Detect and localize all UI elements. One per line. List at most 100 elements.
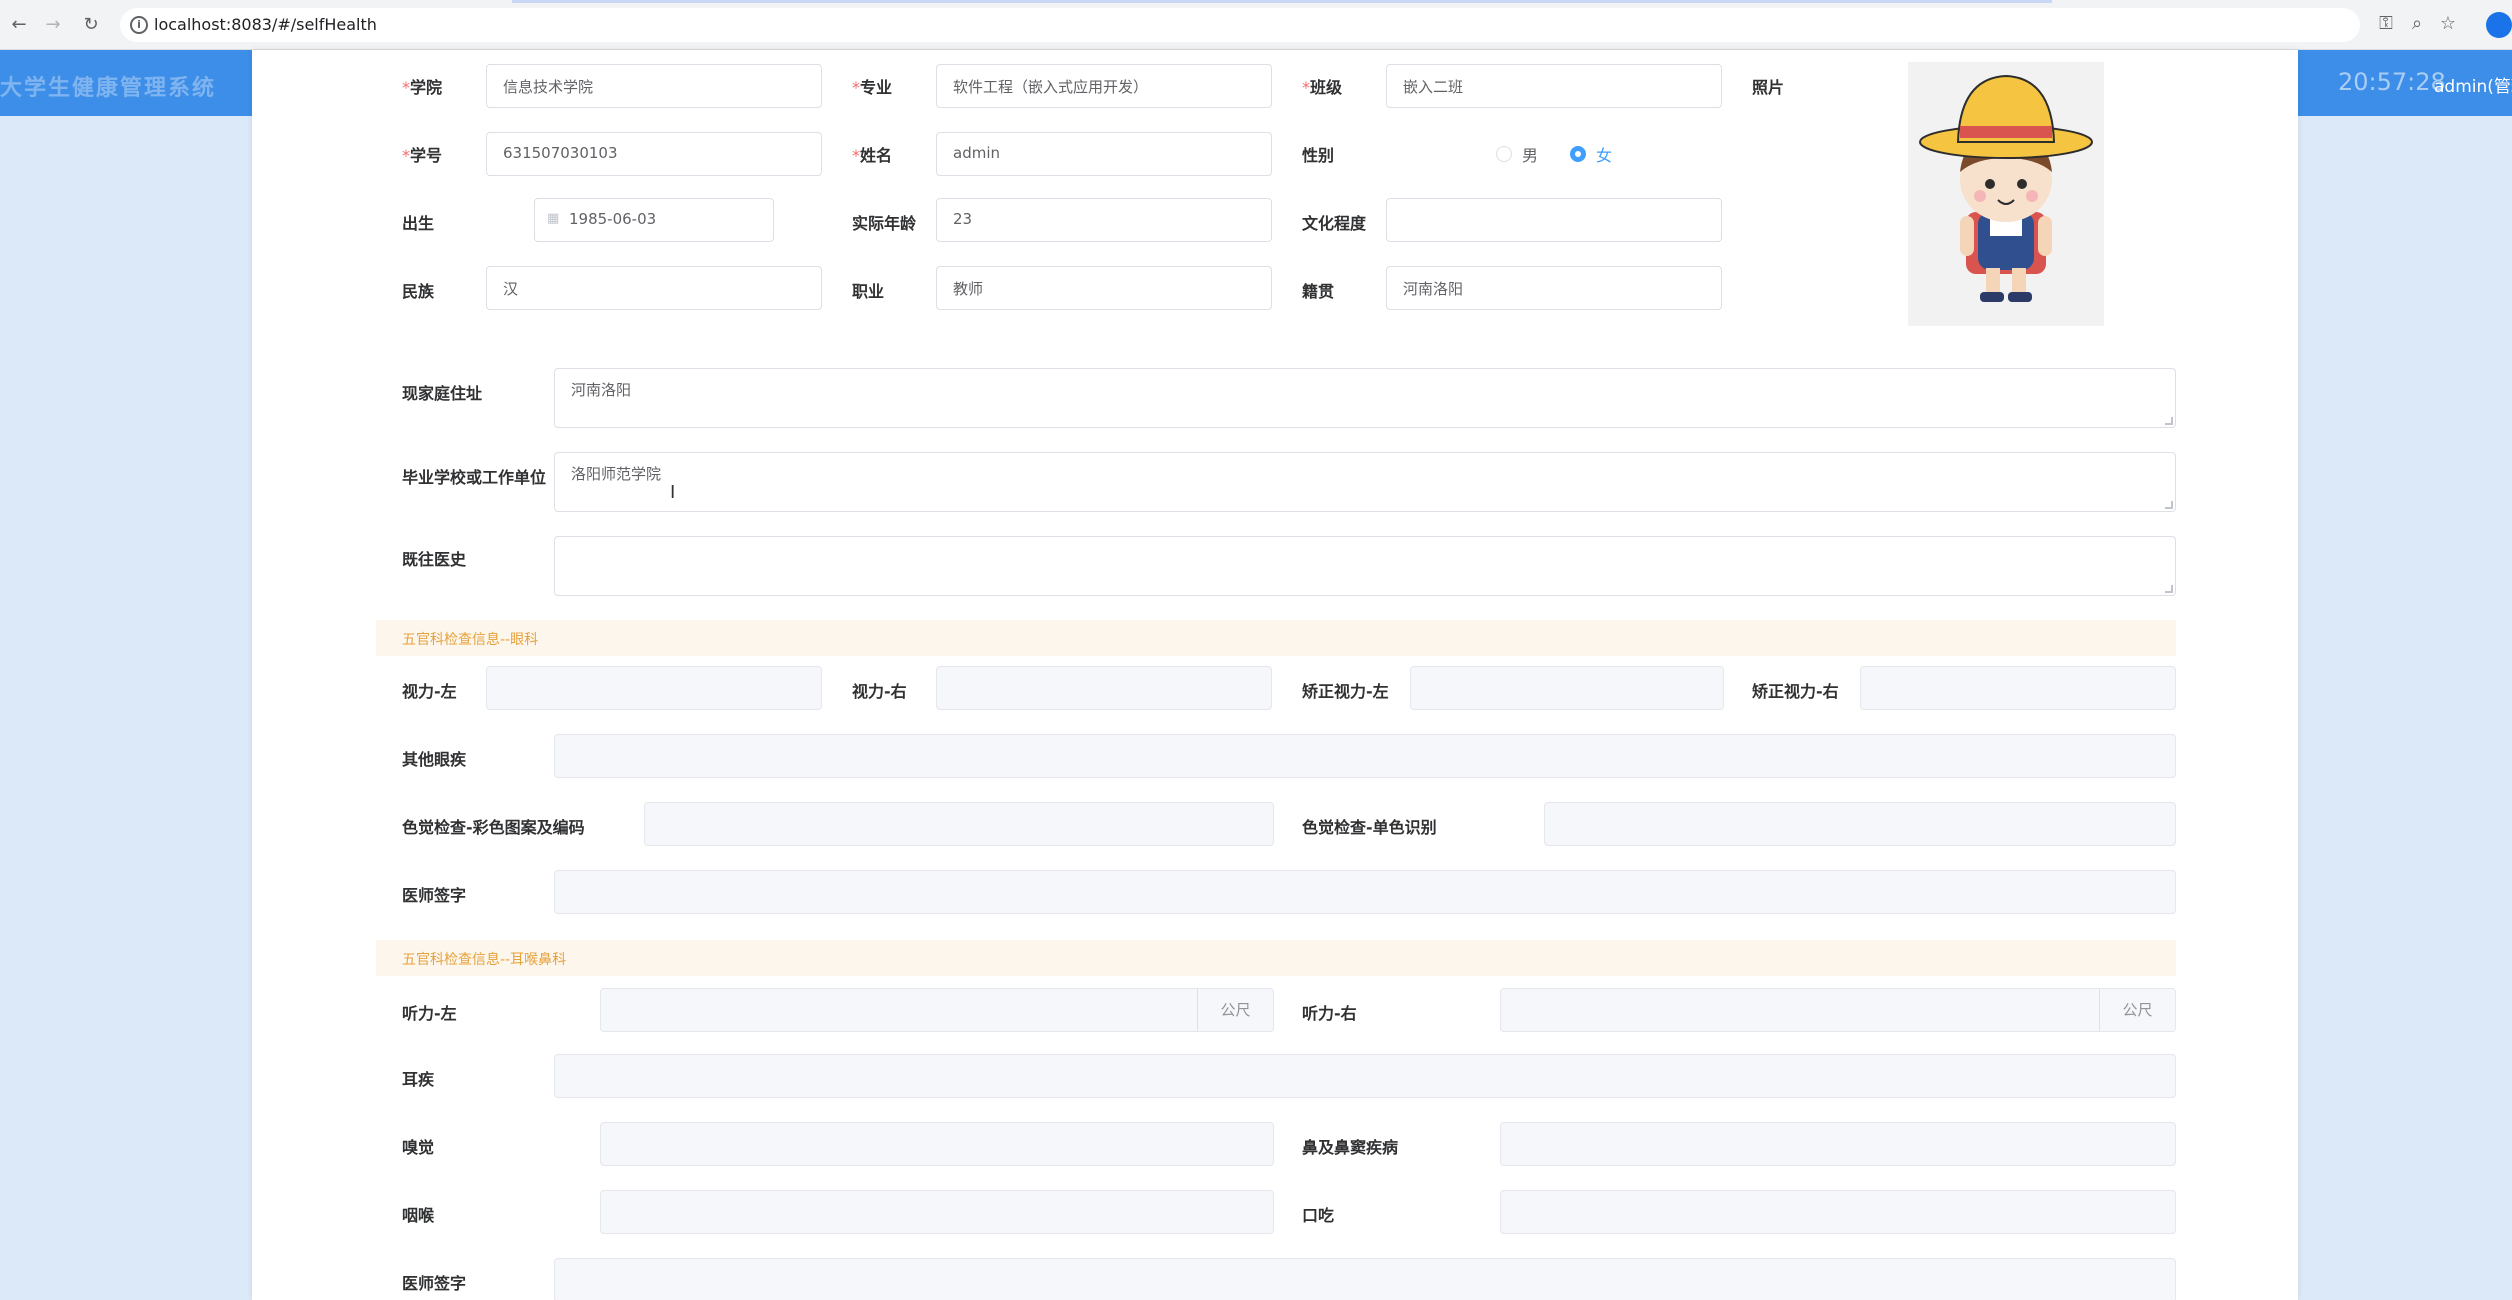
ent-doctor-sign-label: 医师签字 (402, 1274, 467, 1293)
medical-history-label: 既往医史 (402, 550, 467, 569)
vision-left-label: 视力-左 (402, 682, 457, 701)
app-title: 大学生健康管理系统 (0, 76, 217, 101)
ethnicity-label: 民族 (402, 282, 435, 301)
url-text[interactable]: localhost:8083/#/selfHealth (154, 15, 377, 34)
school-work-value: 洛阳师范学院 (571, 465, 662, 483)
nose-disease-input[interactable] (1500, 1122, 2176, 1166)
hearing-right-input[interactable]: 公尺 (1500, 988, 2176, 1032)
hearing-left-unit: 公尺 (1197, 989, 1273, 1031)
text-cursor-icon: I (670, 482, 676, 503)
corrected-right-input[interactable] (1860, 666, 2176, 710)
address-textarea[interactable]: 河南洛阳 (554, 368, 2176, 428)
eye-doctor-sign-label: 医师签字 (402, 886, 467, 905)
age-input[interactable]: 23 (936, 198, 1272, 242)
self-health-form: *学院 信息技术学院 *专业 软件工程（嵌入式应用开发） *班级 嵌入二班 照片 (252, 50, 2298, 1300)
app-header-right: 20:57:28 admin(管理 (2298, 50, 2512, 116)
ent-section-header: 五官科检查信息--耳喉鼻科 (376, 940, 2176, 976)
student-photo[interactable] (1908, 62, 2104, 326)
age-label: 实际年龄 (852, 214, 917, 233)
reload-icon[interactable]: ↻ (78, 12, 104, 38)
resize-handle-icon[interactable] (2165, 417, 2173, 425)
throat-label: 咽喉 (402, 1206, 435, 1225)
education-input[interactable] (1386, 198, 1722, 242)
hearing-right-unit: 公尺 (2099, 989, 2175, 1031)
resize-handle-icon[interactable] (2165, 501, 2173, 509)
app-header-left: 大学生健康管理系统 (0, 50, 252, 116)
name-label: *姓名 (852, 146, 893, 165)
back-icon[interactable]: ← (6, 12, 32, 38)
name-input[interactable]: admin (936, 132, 1272, 176)
college-label: *学院 (402, 78, 443, 97)
clock: 20:57:28 (2338, 68, 2446, 96)
major-input[interactable]: 软件工程（嵌入式应用开发） (936, 64, 1272, 108)
zoom-icon[interactable]: ⌕ (2405, 13, 2429, 34)
color-single-label: 色觉检查-单色识别 (1302, 818, 1437, 837)
address-bar[interactable]: i localhost:8083/#/selfHealth (120, 8, 2360, 42)
birth-date-value: 1985-06-03 (569, 210, 657, 228)
vision-right-input[interactable] (936, 666, 1272, 710)
stutter-input[interactable] (1500, 1190, 2176, 1234)
gender-male-radio[interactable] (1496, 146, 1512, 162)
address-label: 现家庭住址 (402, 384, 483, 403)
bookmark-star-icon[interactable]: ☆ (2436, 13, 2460, 34)
gender-female-label[interactable]: 女 (1596, 142, 1612, 166)
hearing-right-label: 听力-右 (1302, 1004, 1357, 1023)
ear-disease-input[interactable] (554, 1054, 2176, 1098)
page-load-progress (512, 0, 2052, 3)
user-menu[interactable]: admin(管理 (2434, 72, 2512, 97)
smell-input[interactable] (600, 1122, 1274, 1166)
school-work-textarea[interactable]: 洛阳师范学院 (554, 452, 2176, 512)
birth-label: 出生 (402, 214, 435, 233)
ent-section-title: 五官科检查信息--耳喉鼻科 (402, 952, 567, 968)
corrected-left-label: 矫正视力-左 (1302, 682, 1389, 701)
class-input[interactable]: 嵌入二班 (1386, 64, 1722, 108)
college-input[interactable]: 信息技术学院 (486, 64, 822, 108)
student-id-input[interactable]: 631507030103 (486, 132, 822, 176)
native-place-input[interactable]: 河南洛阳 (1386, 266, 1722, 310)
eye-section-header: 五官科检查信息--眼科 (376, 620, 2176, 656)
eye-doctor-sign-input[interactable] (554, 870, 2176, 914)
resize-handle-icon[interactable] (2165, 585, 2173, 593)
hearing-left-label: 听力-左 (402, 1004, 457, 1023)
hearing-left-input[interactable]: 公尺 (600, 988, 1274, 1032)
vision-right-label: 视力-右 (852, 682, 907, 701)
birth-date-picker[interactable]: ▦ 1985-06-03 (534, 198, 774, 242)
key-icon[interactable]: ⚿ (2374, 13, 2398, 34)
profile-icon[interactable] (2486, 12, 2512, 38)
photo-label: 照片 (1752, 78, 1785, 97)
ent-doctor-sign-input[interactable] (554, 1258, 2176, 1300)
gender-female-radio[interactable] (1570, 146, 1586, 162)
school-work-label: 毕业学校或工作单位 (402, 468, 547, 487)
native-place-label: 籍贯 (1302, 282, 1335, 301)
address-value: 河南洛阳 (571, 381, 632, 399)
ear-disease-label: 耳疾 (402, 1070, 435, 1089)
calendar-icon: ▦ (547, 211, 560, 226)
browser-toolbar: ← → ↻ i localhost:8083/#/selfHealth ⚿ ⌕ … (0, 0, 2512, 50)
occupation-input[interactable]: 教师 (936, 266, 1272, 310)
other-eye-label: 其他眼疾 (402, 750, 467, 769)
gender-male-label[interactable]: 男 (1522, 142, 1538, 166)
vision-left-input[interactable] (486, 666, 822, 710)
cartoon-avatar-icon (1908, 62, 2104, 326)
other-eye-input[interactable] (554, 734, 2176, 778)
site-info-icon[interactable]: i (130, 16, 148, 34)
corrected-right-label: 矫正视力-右 (1752, 682, 1839, 701)
smell-label: 嗅觉 (402, 1138, 435, 1157)
student-id-label: *学号 (402, 146, 443, 165)
ethnicity-input[interactable]: 汉 (486, 266, 822, 310)
stutter-label: 口吃 (1302, 1206, 1335, 1225)
medical-history-textarea[interactable] (554, 536, 2176, 596)
color-pattern-input[interactable] (644, 802, 1274, 846)
eye-section-title: 五官科检查信息--眼科 (402, 632, 539, 648)
education-label: 文化程度 (1302, 214, 1367, 233)
gender-label: 性别 (1302, 146, 1335, 165)
nose-disease-label: 鼻及鼻窦疾病 (1302, 1138, 1399, 1157)
major-label: *专业 (852, 78, 893, 97)
corrected-left-input[interactable] (1410, 666, 1724, 710)
forward-icon[interactable]: → (40, 12, 66, 38)
occupation-label: 职业 (852, 282, 885, 301)
class-label: *班级 (1302, 78, 1343, 97)
color-single-input[interactable] (1544, 802, 2176, 846)
color-pattern-label: 色觉检查-彩色图案及编码 (402, 818, 585, 837)
throat-input[interactable] (600, 1190, 1274, 1234)
